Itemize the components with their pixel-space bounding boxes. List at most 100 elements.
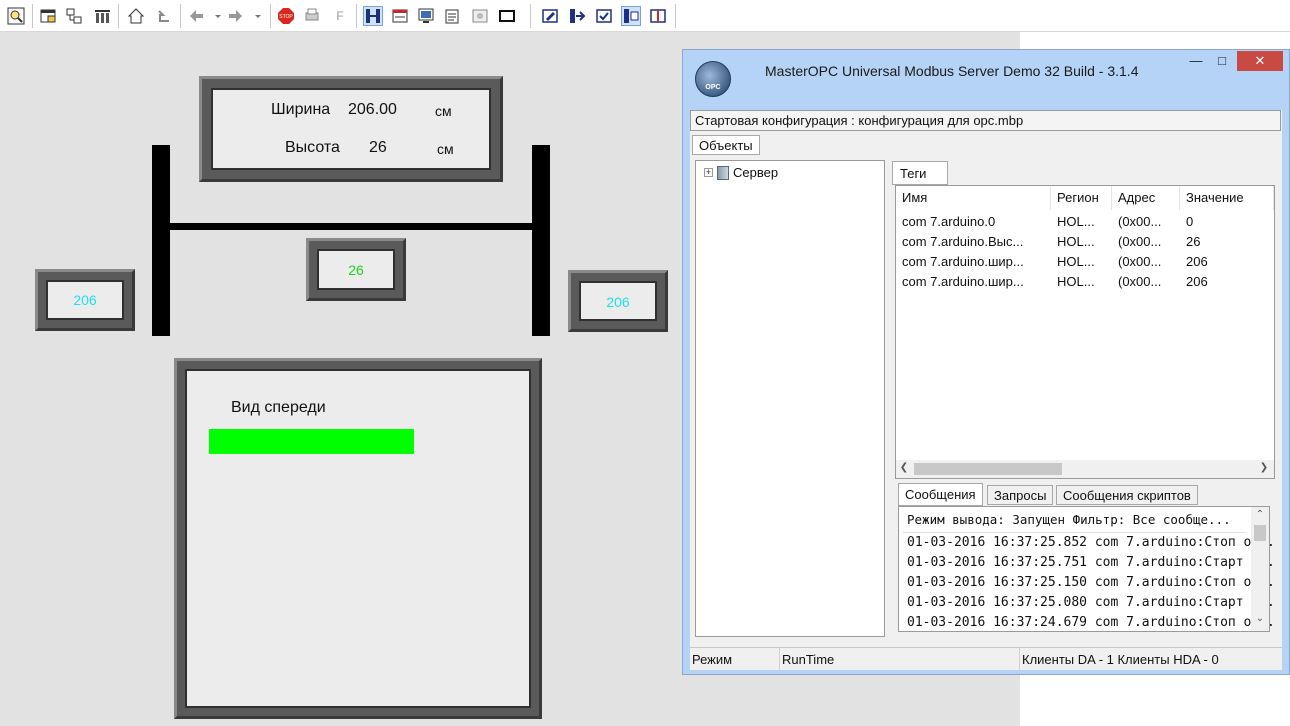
tag-name: com 7.arduino.шир...	[902, 254, 1024, 269]
scroll-down-icon[interactable]: ⌄	[1254, 613, 1266, 624]
list-item[interactable]: 01-03-2016 16:37:24.679 com 7.arduino:Ст…	[907, 615, 1275, 631]
tag-value: 26	[1186, 234, 1201, 249]
col-header-value[interactable]: Значение	[1180, 186, 1274, 210]
svg-text:STOP: STOP	[279, 14, 293, 20]
tag-address: (0x00...	[1118, 254, 1162, 269]
network-icon[interactable]	[64, 6, 84, 26]
status-bar: Режим RunTime Клиенты DA - 1 Клиенты HDA…	[690, 647, 1282, 671]
tag-name: com 7.arduino.Выс...	[902, 234, 1024, 249]
monitor-icon[interactable]	[416, 6, 436, 26]
left-value: 206	[73, 292, 97, 308]
status-clients: Клиенты DA - 1 Клиенты HDA - 0	[1022, 652, 1219, 667]
scroll-up-icon[interactable]: ⌃	[1254, 509, 1266, 520]
height-value: 26	[369, 139, 387, 156]
panel-icon[interactable]	[390, 6, 410, 26]
book-icon[interactable]	[648, 6, 668, 26]
select-icon[interactable]	[621, 6, 641, 26]
height-label: Высота	[285, 139, 340, 156]
up-icon[interactable]	[152, 6, 172, 26]
center-value-panel: 26	[306, 238, 406, 301]
maximize-button[interactable]: □	[1209, 51, 1235, 71]
tag-name: com 7.arduino.0	[902, 214, 996, 229]
left-value-panel: 206	[35, 269, 135, 331]
height-unit: см	[437, 141, 454, 157]
scroll-thumb[interactable]	[914, 463, 1062, 475]
tag-address: (0x00...	[1118, 274, 1162, 289]
stop-icon[interactable]: STOP	[276, 6, 296, 26]
crossbeam	[170, 223, 532, 230]
window-icon[interactable]	[38, 6, 58, 26]
messages-log: Режим вывода: Запущен Фильтр: Все сообще…	[898, 506, 1275, 632]
font-icon[interactable]: F	[330, 6, 350, 26]
right-value-panel: 206	[568, 270, 668, 332]
tag-region: HOL...	[1057, 274, 1095, 289]
window-body: Стартовая конфигурация : конфигурация дл…	[690, 110, 1282, 671]
right-post	[532, 145, 550, 336]
col-header-name[interactable]: Имя	[896, 186, 1051, 210]
opc-logo: OPC	[695, 61, 731, 97]
center-value: 26	[348, 262, 364, 278]
width-label: Ширина	[271, 101, 331, 118]
desktop-background	[1020, 32, 1290, 49]
forward-dropdown-icon[interactable]	[248, 6, 268, 26]
tags-icon[interactable]	[92, 6, 112, 26]
expand-icon[interactable]: +	[704, 168, 713, 177]
scroll-left-icon[interactable]: ❮	[898, 462, 910, 473]
list-item[interactable]: 01-03-2016 16:37:25.080 com 7.arduino:Ст…	[907, 595, 1275, 610]
tree-item-server[interactable]: + Сервер	[704, 165, 778, 180]
export-icon[interactable]	[567, 6, 587, 26]
status-mode-value: RunTime	[780, 648, 1020, 671]
title-bar[interactable]: OPC MasterOPC Universal Modbus Server De…	[683, 50, 1289, 110]
front-view-label: Вид спереди	[231, 399, 326, 416]
list-item[interactable]: 01-03-2016 16:37:25.852 com 7.arduino:Ст…	[907, 535, 1275, 550]
home-icon[interactable]	[126, 6, 146, 26]
back-icon[interactable]	[186, 6, 206, 26]
tag-value: 0	[1186, 214, 1194, 229]
tab-requests[interactable]: Запросы	[987, 485, 1054, 505]
width-unit: см	[435, 103, 452, 119]
front-view-bar	[209, 429, 414, 454]
width-value: 206.00	[348, 101, 397, 118]
minimize-button[interactable]: —	[1183, 51, 1209, 71]
check-icon[interactable]	[594, 6, 614, 26]
fit-icon[interactable]	[363, 6, 383, 26]
opc-server-window: OPC MasterOPC Universal Modbus Server De…	[682, 49, 1290, 675]
tags-grid: Имя Регион Адрес Значение com 7.arduino.…	[895, 185, 1275, 479]
edit-icon[interactable]	[540, 6, 560, 26]
image-icon[interactable]	[470, 6, 490, 26]
tab-script-messages[interactable]: Сообщения скриптов	[1056, 485, 1198, 505]
scroll-thumb[interactable]	[1254, 525, 1266, 541]
tree-item-server-label: Сервер	[733, 165, 779, 180]
tag-name: com 7.arduino.шир...	[902, 274, 1024, 289]
log-header: Режим вывода: Запущен Фильтр: Все сообще…	[907, 512, 1231, 527]
status-mode-label: Режим	[690, 648, 780, 671]
properties-icon[interactable]	[442, 6, 462, 26]
close-button[interactable]: ✕	[1237, 51, 1283, 71]
forward-icon[interactable]	[226, 6, 246, 26]
right-value: 206	[606, 294, 630, 310]
tab-tags[interactable]: Теги	[892, 161, 948, 185]
messages-vscrollbar[interactable]: ⌃ ⌄	[1251, 507, 1269, 631]
col-header-region[interactable]: Регион	[1051, 186, 1112, 210]
list-item[interactable]: 01-03-2016 16:37:25.150 com 7.arduino:Ст…	[907, 575, 1275, 590]
front-view-panel: Вид спереди	[174, 358, 542, 719]
scroll-right-icon[interactable]: ❯	[1258, 462, 1270, 473]
print-icon[interactable]	[302, 6, 322, 26]
tag-region: HOL...	[1057, 254, 1095, 269]
rectangle-icon[interactable]	[497, 6, 517, 26]
tag-value: 206	[1186, 254, 1208, 269]
tab-messages[interactable]: Сообщения	[898, 483, 983, 506]
tag-region: HOL...	[1057, 214, 1095, 229]
server-icon	[717, 165, 729, 180]
back-dropdown-icon[interactable]	[208, 6, 228, 26]
zoom-icon[interactable]	[6, 6, 26, 26]
tab-objects[interactable]: Объекты	[692, 135, 760, 155]
col-header-address[interactable]: Адрес	[1112, 186, 1180, 210]
tags-hscrollbar[interactable]: ❮ ❯	[896, 460, 1274, 478]
window-title: MasterOPC Universal Modbus Server Demo 3…	[765, 63, 1139, 79]
list-item[interactable]: 01-03-2016 16:37:25.751 com 7.arduino:Ст…	[907, 555, 1275, 570]
tag-address: (0x00...	[1118, 214, 1162, 229]
toolbar: STOP F	[0, 0, 1290, 32]
tag-address: (0x00...	[1118, 234, 1162, 249]
tag-region: HOL...	[1057, 234, 1095, 249]
